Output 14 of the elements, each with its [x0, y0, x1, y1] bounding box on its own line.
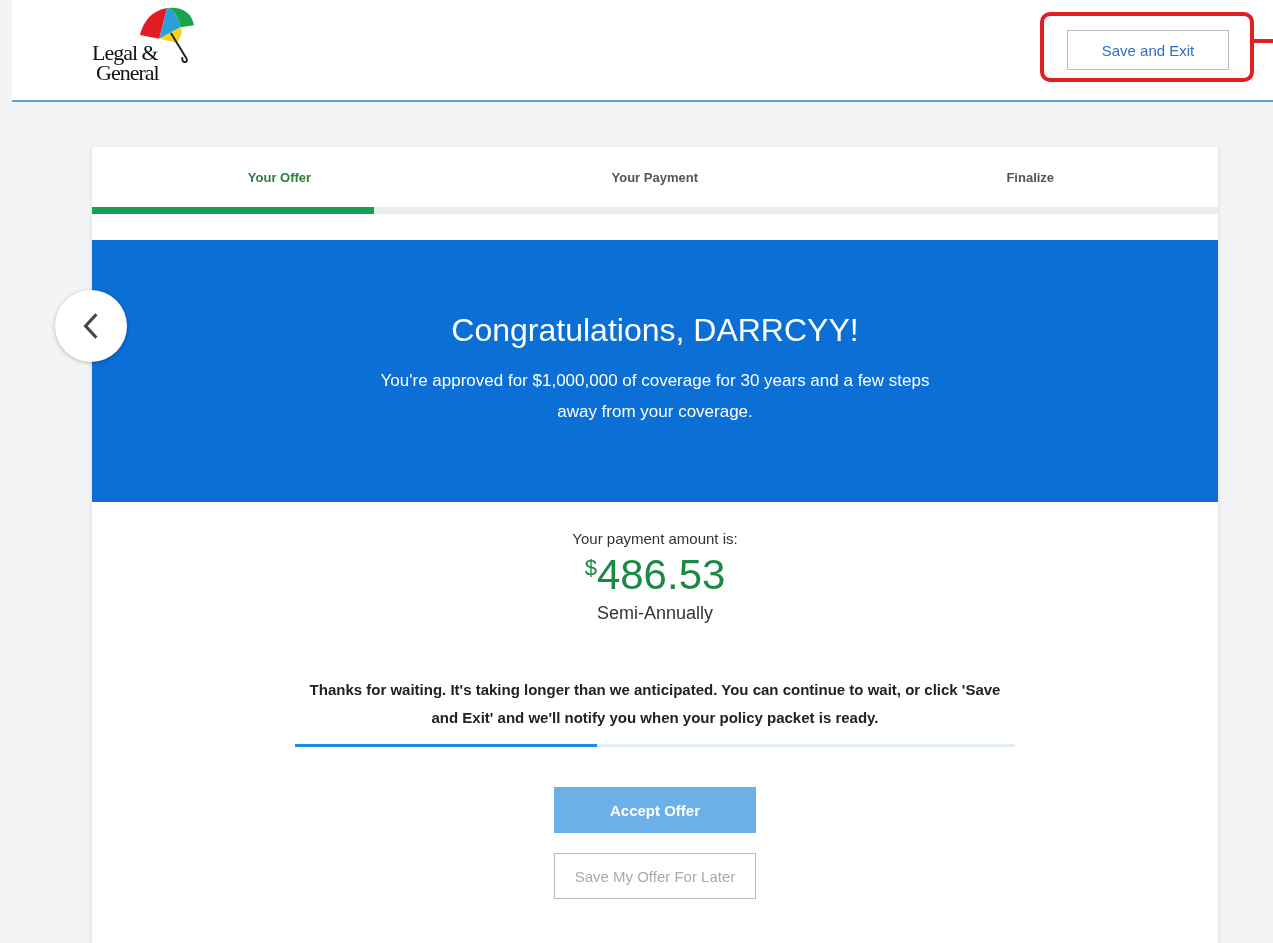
step-tab[interactable]: Your Offer	[92, 169, 467, 185]
banner-title: Congratulations, DARRCYY!	[450, 312, 860, 349]
save-and-exit-button[interactable]: Save and Exit	[1067, 30, 1229, 70]
waiting-notice: Thanks for waiting. It's taking longer than we anticipated. You can continue to wait, or click 'Save and Exit' and we'll notify you when your policy packet is ready.	[308, 680, 1002, 728]
payment-frequency: Semi-Annually	[596, 603, 714, 624]
step-tab[interactable]: Finalize	[842, 169, 1218, 185]
chevron-left-icon	[82, 311, 100, 341]
banner-message: You're approved for $1,000,000 of coverage for 30 years and a few steps away from your coverage.	[379, 370, 931, 423]
umbrella-icon	[138, 6, 196, 64]
step-tab[interactable]: Your Payment	[467, 169, 843, 185]
currency-symbol: $	[584, 555, 597, 580]
back-button[interactable]	[55, 290, 127, 362]
payment-label: Your payment amount is:	[572, 530, 738, 547]
payment-amount: 486.53	[596, 551, 726, 599]
